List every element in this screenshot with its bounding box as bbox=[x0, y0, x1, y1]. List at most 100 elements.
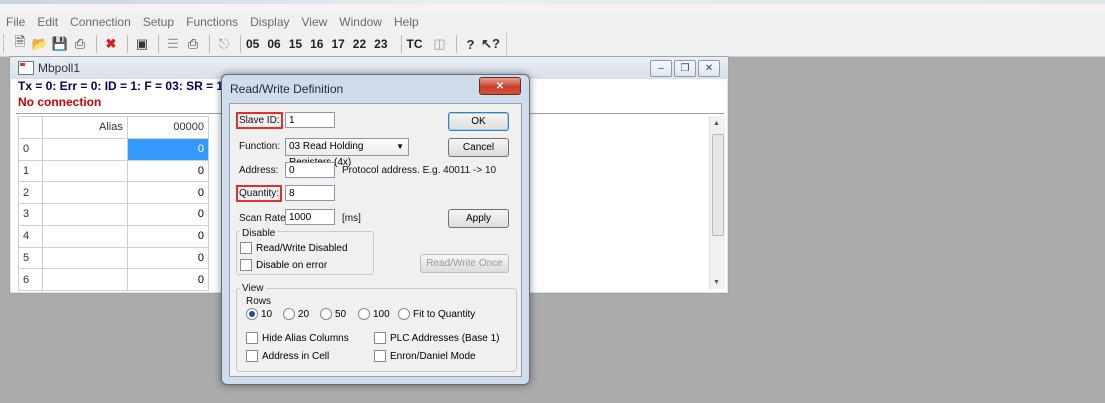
window-icon[interactable]: ▣ bbox=[133, 35, 151, 53]
scroll-thumb[interactable] bbox=[712, 134, 724, 236]
fc-22-button[interactable]: 22 bbox=[353, 37, 366, 51]
value-cell[interactable]: 0 bbox=[126, 203, 210, 226]
slave-id-field[interactable]: 1 bbox=[285, 112, 335, 128]
function-label: Function: bbox=[239, 141, 281, 152]
pulse-icon[interactable]: ⎋ bbox=[215, 35, 233, 53]
fc-15-button[interactable]: 15 bbox=[289, 37, 302, 51]
rows-fit-radio[interactable]: Fit to Quantity bbox=[398, 308, 475, 320]
alias-cell[interactable] bbox=[41, 181, 128, 204]
rows-20-radio[interactable]: 20 bbox=[283, 308, 309, 320]
toolbar-grip[interactable] bbox=[3, 35, 7, 53]
menu-setup[interactable]: Setup bbox=[137, 15, 180, 29]
menu-display[interactable]: Display bbox=[244, 15, 295, 29]
cancel-button[interactable]: Cancel bbox=[448, 138, 509, 157]
fc-05-button[interactable]: 05 bbox=[246, 37, 259, 51]
alias-cell[interactable] bbox=[41, 159, 128, 183]
disable-on-error-label: Disable on error bbox=[256, 259, 328, 271]
menu-file[interactable]: File bbox=[0, 15, 31, 29]
radio-dot[interactable] bbox=[283, 308, 295, 320]
dialog-close-icon[interactable]: ✕ bbox=[479, 77, 521, 95]
fc-17-button[interactable]: 17 bbox=[331, 37, 344, 51]
value-cell[interactable]: 0 bbox=[126, 268, 210, 291]
hide-alias-checkbox[interactable]: Hide Alias Columns bbox=[246, 332, 349, 344]
app-icon bbox=[18, 61, 34, 75]
checkbox-box[interactable] bbox=[240, 242, 252, 254]
alias-cell[interactable] bbox=[41, 246, 128, 270]
ok-button[interactable]: OK bbox=[448, 112, 509, 131]
help-icon[interactable]: ? bbox=[462, 35, 480, 53]
fc-06-button[interactable]: 06 bbox=[267, 37, 280, 51]
function-select[interactable]: 03 Read Holding Registers (4x) ▼ bbox=[285, 138, 409, 168]
open-folder-icon[interactable]: 📂 bbox=[31, 35, 49, 53]
new-file-icon[interactable]: 🗎 bbox=[11, 34, 29, 53]
rows-100-radio[interactable]: 100 bbox=[358, 308, 390, 320]
context-help-icon[interactable]: ↖? bbox=[481, 35, 500, 53]
list-icon[interactable]: ☰ bbox=[164, 35, 182, 53]
rows-50-radio[interactable]: 50 bbox=[320, 308, 346, 320]
checkbox-box[interactable] bbox=[374, 350, 386, 362]
fc-23-button[interactable]: 23 bbox=[374, 37, 387, 51]
row-number-header bbox=[18, 116, 43, 139]
row-number: 0 bbox=[18, 137, 43, 161]
radio-dot[interactable] bbox=[320, 308, 332, 320]
rows-100-label: 100 bbox=[373, 308, 390, 320]
minimize-icon[interactable]: – bbox=[650, 60, 672, 77]
toolbar-separator bbox=[127, 35, 128, 53]
connection-status: No connection bbox=[18, 95, 102, 109]
fc-16-button[interactable]: 16 bbox=[310, 37, 323, 51]
apply-button[interactable]: Apply bbox=[448, 209, 509, 228]
alias-cell[interactable] bbox=[41, 224, 128, 248]
value-cell[interactable]: 0 bbox=[126, 224, 210, 248]
printer-queue-icon[interactable]: ⎙ bbox=[184, 35, 202, 53]
menu-edit[interactable]: Edit bbox=[31, 15, 64, 29]
radio-dot[interactable] bbox=[398, 308, 410, 320]
rw-disabled-checkbox[interactable]: Read/Write Disabled bbox=[240, 242, 348, 254]
tc-button[interactable]: TC bbox=[407, 37, 423, 51]
scroll-down-icon[interactable]: ▼ bbox=[713, 279, 720, 286]
restore-icon[interactable]: ❐ bbox=[674, 60, 696, 77]
value-cell[interactable]: 0 bbox=[126, 246, 210, 270]
print-icon[interactable]: ⎙ bbox=[71, 35, 89, 53]
address-header[interactable]: 00000 bbox=[126, 116, 210, 139]
menu-help[interactable]: Help bbox=[388, 15, 425, 29]
row-number: 2 bbox=[18, 181, 43, 204]
address-in-cell-checkbox[interactable]: Address in Cell bbox=[246, 350, 329, 362]
vertical-scrollbar[interactable]: ▲ ▼ bbox=[709, 116, 725, 289]
disable-on-error-checkbox[interactable]: Disable on error bbox=[240, 259, 327, 271]
radio-dot[interactable] bbox=[358, 308, 370, 320]
rows-10-radio[interactable]: 10 bbox=[246, 308, 272, 320]
scan-rate-field[interactable]: 1000 bbox=[285, 209, 335, 225]
menu-view[interactable]: View bbox=[296, 15, 334, 29]
close-icon[interactable]: ✕ bbox=[698, 60, 720, 77]
quantity-label: Quantity: bbox=[235, 185, 283, 202]
scroll-up-icon[interactable]: ▲ bbox=[713, 120, 720, 127]
save-icon[interactable]: 💾 bbox=[51, 35, 69, 53]
checkbox-box[interactable] bbox=[374, 332, 386, 344]
value-cell[interactable]: 0 bbox=[126, 181, 210, 204]
checkbox-box[interactable] bbox=[246, 332, 258, 344]
rows-20-label: 20 bbox=[298, 308, 310, 320]
alias-cell[interactable] bbox=[41, 137, 128, 161]
plc-addresses-checkbox[interactable]: PLC Addresses (Base 1) bbox=[374, 332, 500, 344]
plc-addresses-label: PLC Addresses (Base 1) bbox=[390, 332, 500, 344]
alias-cell[interactable] bbox=[41, 203, 128, 226]
delete-icon[interactable]: ✖ bbox=[102, 35, 120, 53]
address-field[interactable]: 0 bbox=[285, 162, 335, 178]
table-row: 4 0 bbox=[18, 224, 210, 248]
alias-header[interactable]: Alias bbox=[41, 116, 128, 139]
radio-dot[interactable] bbox=[246, 308, 258, 320]
quantity-field[interactable]: 8 bbox=[285, 185, 335, 201]
grid-header-row: Alias 00000 bbox=[18, 116, 210, 139]
menu-connection[interactable]: Connection bbox=[64, 15, 137, 29]
rw-once-button[interactable]: Read/Write Once bbox=[420, 254, 509, 273]
checkbox-box[interactable] bbox=[240, 259, 252, 271]
menu-window[interactable]: Window bbox=[333, 15, 388, 29]
dialog-body: Slave ID: 1 OK Function: 03 Read Holding… bbox=[229, 103, 522, 377]
checkbox-box[interactable] bbox=[246, 350, 258, 362]
monitor-icon[interactable]: ◫ bbox=[431, 35, 449, 53]
value-cell[interactable]: 0 bbox=[126, 159, 210, 183]
alias-cell[interactable] bbox=[41, 268, 128, 291]
menu-functions[interactable]: Functions bbox=[180, 15, 244, 29]
value-cell[interactable]: 0 bbox=[126, 137, 210, 161]
enron-mode-checkbox[interactable]: Enron/Daniel Mode bbox=[374, 350, 476, 362]
